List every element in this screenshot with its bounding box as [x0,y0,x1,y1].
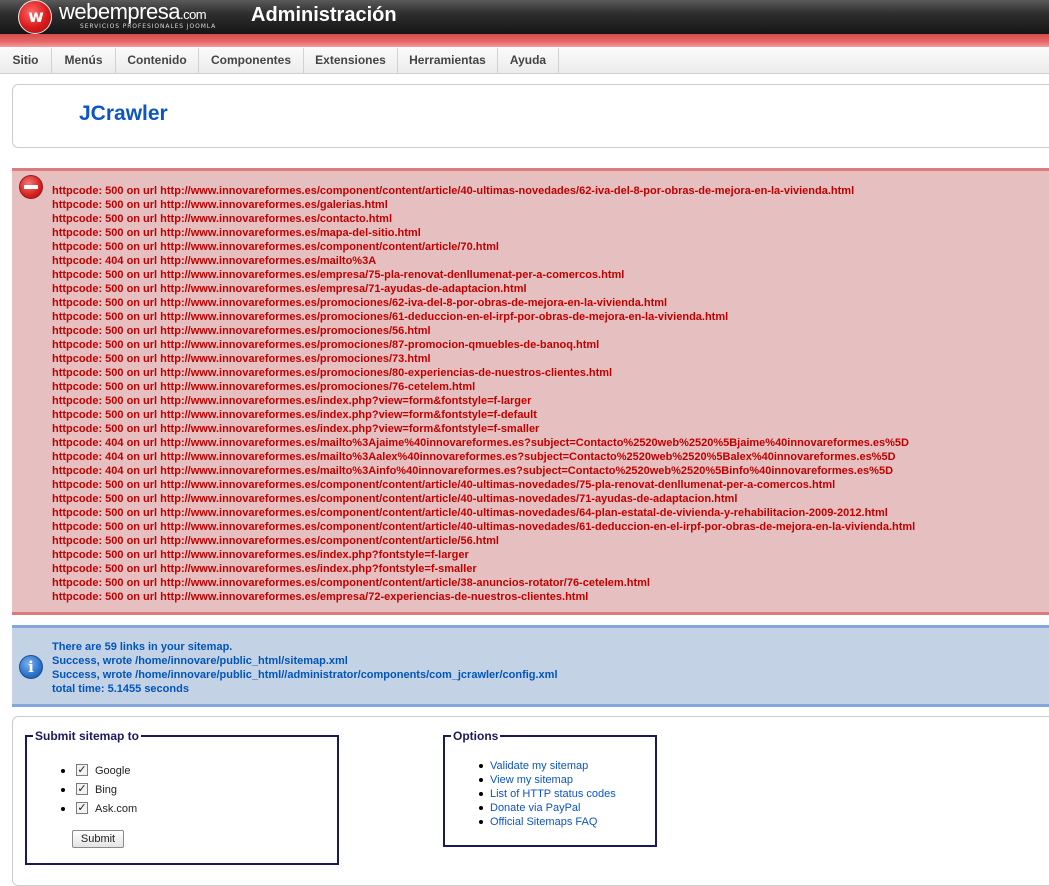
view-sitemap-link[interactable]: View my sitemap [490,773,573,787]
info-line: Success, wrote /home/innovare/public_htm… [52,669,558,681]
error-line: httpcode: 500 on url http://www.innovare… [52,423,540,435]
info-line: Success, wrote /home/innovare/public_htm… [52,655,348,667]
error-line: httpcode: 500 on url http://www.innovare… [52,367,613,379]
bullet-icon [479,778,483,782]
error-line: httpcode: 500 on url http://www.innovare… [52,409,537,421]
error-line: httpcode: 500 on url http://www.innovare… [52,199,388,211]
error-line: httpcode: 500 on url http://www.innovare… [52,241,499,253]
google-checkbox[interactable]: ✓ [76,764,88,776]
logo-name-main: webempresa [59,0,180,24]
error-line: httpcode: 500 on url http://www.innovare… [52,535,499,547]
donate-paypal-link[interactable]: Donate via PayPal [490,801,581,815]
info-line: total time: 5.1455 seconds [52,683,189,695]
submit-sitemap-legend: Submit sitemap to [35,729,140,743]
options-legend: Options [453,729,499,743]
submit-button[interactable]: Submit [72,830,124,848]
header-red-band [0,34,1049,47]
http-status-codes-link[interactable]: List of HTTP status codes [490,787,616,801]
error-line: httpcode: 500 on url http://www.innovare… [52,507,888,519]
menu-item-menus[interactable]: Menús [52,48,116,73]
error-line: httpcode: 404 on url http://www.innovare… [52,451,896,463]
error-line: httpcode: 500 on url http://www.innovare… [52,353,431,365]
error-line: httpcode: 500 on url http://www.innovare… [52,227,421,239]
menu-item-extensiones[interactable]: Extensiones [304,48,398,73]
ask-label: Ask.com [95,803,138,815]
webempresa-logo-icon: w [18,0,52,34]
bing-label: Bing [95,784,118,796]
error-line: httpcode: 500 on url http://www.innovare… [52,591,589,603]
bing-checkbox[interactable]: ✓ [76,783,88,795]
error-list: httpcode: 500 on url http://www.innovare… [52,184,915,604]
error-line: httpcode: 500 on url http://www.innovare… [52,577,650,589]
info-message-box: i There are 59 links in your sitemap. Su… [12,625,1049,707]
google-label: Google [95,765,131,777]
bullet-icon [61,788,65,792]
error-line: httpcode: 500 on url http://www.innovare… [52,479,836,491]
error-line: httpcode: 500 on url http://www.innovare… [52,339,600,351]
page-title: JCrawler [79,102,168,125]
logo-name: webempresa.com [59,0,207,25]
error-line: httpcode: 500 on url http://www.innovare… [52,563,477,575]
admin-title: Administración [251,4,397,26]
error-line: httpcode: 500 on url http://www.innovare… [52,213,393,225]
validate-sitemap-link[interactable]: Validate my sitemap [490,759,588,773]
error-line: httpcode: 500 on url http://www.innovare… [52,297,668,309]
bullet-icon [479,792,483,796]
menu-item-componentes[interactable]: Componentes [199,48,304,73]
info-icon: i [19,655,43,679]
error-line: httpcode: 500 on url http://www.innovare… [52,325,431,337]
error-line: httpcode: 404 on url http://www.innovare… [52,465,894,477]
error-line: httpcode: 500 on url http://www.innovare… [52,493,738,505]
bullet-icon [479,806,483,810]
logo-name-suffix: .com [179,7,207,22]
error-line: httpcode: 500 on url http://www.innovare… [52,381,476,393]
toolbar-box: JCrawler [12,84,1049,148]
sitemaps-faq-link[interactable]: Official Sitemaps FAQ [490,815,597,829]
bullet-icon [479,764,483,768]
bullet-icon [61,807,65,811]
menu-item-ayuda[interactable]: Ayuda [498,48,559,73]
error-line: httpcode: 500 on url http://www.innovare… [52,185,855,197]
bullet-icon [61,769,65,773]
error-line: httpcode: 404 on url http://www.innovare… [52,437,909,449]
admin-header: w webempresa.com SERVICIOS PROFESIONALES… [0,0,1049,34]
error-line: httpcode: 500 on url http://www.innovare… [52,549,469,561]
error-line: httpcode: 500 on url http://www.innovare… [52,395,532,407]
menu-item-contenido[interactable]: Contenido [116,48,199,73]
error-line: httpcode: 500 on url http://www.innovare… [52,283,527,295]
bullet-icon [479,820,483,824]
info-list: There are 59 links in your sitemap. Succ… [52,640,558,696]
error-stop-icon [19,175,43,199]
info-line: There are 59 links in your sitemap. [52,641,233,653]
webempresa-logo[interactable]: w webempresa.com SERVICIOS PROFESIONALES… [18,0,228,34]
menu-item-herramientas[interactable]: Herramientas [398,48,498,73]
ask-checkbox[interactable]: ✓ [76,802,88,814]
logo-tagline: SERVICIOS PROFESIONALES JOOMLA [80,23,217,30]
main-menu-bar: Sitio Menús Contenido Componentes Extens… [0,48,1049,74]
menu-item-sitio[interactable]: Sitio [0,48,52,73]
error-line: httpcode: 500 on url http://www.innovare… [52,311,729,323]
error-line: httpcode: 500 on url http://www.innovare… [52,269,625,281]
error-message-box: httpcode: 500 on url http://www.innovare… [12,168,1049,615]
error-line: httpcode: 404 on url http://www.innovare… [52,255,377,267]
error-line: httpcode: 500 on url http://www.innovare… [52,521,916,533]
